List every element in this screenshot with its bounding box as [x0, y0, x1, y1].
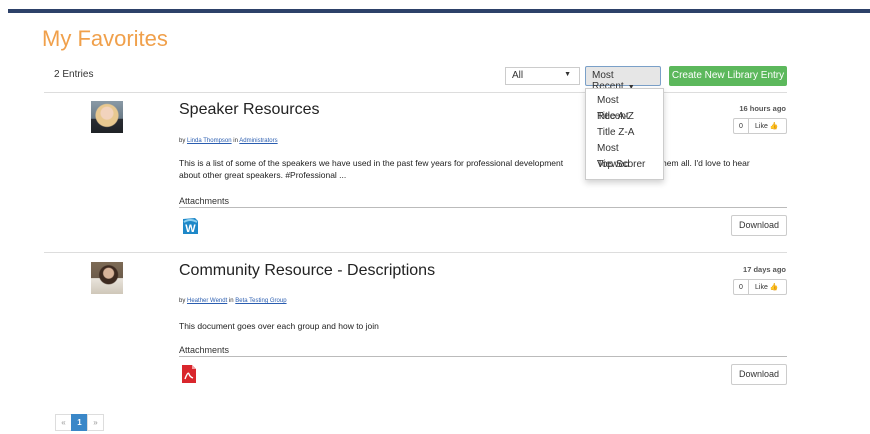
- byline-by: by: [179, 298, 186, 304]
- filter-select[interactable]: All ▼: [505, 67, 580, 85]
- sort-dropdown-menu: Most Recent Title A-Z Title Z-A Most Vie…: [585, 88, 664, 180]
- avatar[interactable]: [91, 101, 123, 133]
- caret-down-icon: ▼: [564, 71, 571, 78]
- sort-option-most-viewed[interactable]: Most Viewed: [586, 141, 663, 170]
- svg-text:W: W: [185, 223, 196, 235]
- next-page-button[interactable]: »: [87, 414, 104, 431]
- entry-title[interactable]: Community Resource - Descriptions: [179, 262, 435, 280]
- like-count: 0: [734, 280, 749, 294]
- prev-page-button[interactable]: «: [55, 414, 72, 431]
- sort-option-top-scorer[interactable]: Top Scorer: [586, 157, 663, 173]
- sort-option-title-a-z[interactable]: Title A-Z: [586, 109, 663, 125]
- divider: [44, 92, 787, 93]
- sort-option-most-recent[interactable]: Most Recent: [586, 93, 663, 122]
- divider: [44, 252, 787, 253]
- download-button[interactable]: Download: [731, 364, 787, 385]
- group-link[interactable]: Administrators: [239, 138, 277, 144]
- like-button[interactable]: 0 Like 👍: [733, 118, 787, 134]
- byline: by Linda Thompson in Administrators: [179, 138, 278, 144]
- create-library-entry-button[interactable]: Create New Library Entry: [669, 66, 787, 86]
- like-count: 0: [734, 119, 749, 133]
- attachments-label: Attachments: [179, 196, 230, 206]
- top-bar: [8, 9, 870, 13]
- sort-dropdown-button[interactable]: Most Recent▼: [585, 66, 661, 92]
- description-text: This is a list of some of the speakers w…: [179, 158, 564, 168]
- entry-description: This is a list of some of the speakers w…: [179, 157, 789, 181]
- thumbs-up-icon: 👍: [769, 284, 779, 291]
- pdf-icon[interactable]: [180, 364, 198, 384]
- entry-time: 17 days ago: [743, 265, 786, 274]
- divider: [179, 356, 787, 357]
- download-button[interactable]: Download: [731, 215, 787, 236]
- byline: by Heather Wendt in Beta Testing Group: [179, 298, 287, 304]
- description-text: about other great speakers. #Professiona…: [179, 170, 347, 180]
- page-title: My Favorites: [42, 26, 168, 51]
- entry-time: 16 hours ago: [739, 104, 786, 113]
- thumbs-up-icon: 👍: [769, 123, 779, 130]
- pagination: « 1 »: [55, 414, 104, 431]
- like-label: Like: [755, 123, 768, 130]
- entry-description: This document goes over each group and h…: [179, 321, 379, 331]
- group-link[interactable]: Beta Testing Group: [235, 298, 286, 304]
- entry-title[interactable]: Speaker Resources: [179, 101, 320, 119]
- sort-option-title-z-a[interactable]: Title Z-A: [586, 125, 663, 141]
- divider: [179, 207, 787, 208]
- like-button[interactable]: 0 Like 👍: [733, 279, 787, 295]
- word-doc-icon[interactable]: W: [180, 216, 200, 236]
- avatar[interactable]: [91, 262, 123, 294]
- like-label: Like: [755, 284, 768, 291]
- page-1-button[interactable]: 1: [71, 414, 88, 431]
- author-link[interactable]: Heather Wendt: [187, 298, 227, 304]
- byline-in: in: [228, 298, 234, 304]
- byline-by: by: [179, 138, 186, 144]
- author-link[interactable]: Linda Thompson: [187, 138, 232, 144]
- entries-count: 2 Entries: [54, 69, 94, 80]
- attachments-label: Attachments: [179, 345, 230, 355]
- filter-value: All: [512, 70, 524, 81]
- byline-in: in: [233, 138, 238, 144]
